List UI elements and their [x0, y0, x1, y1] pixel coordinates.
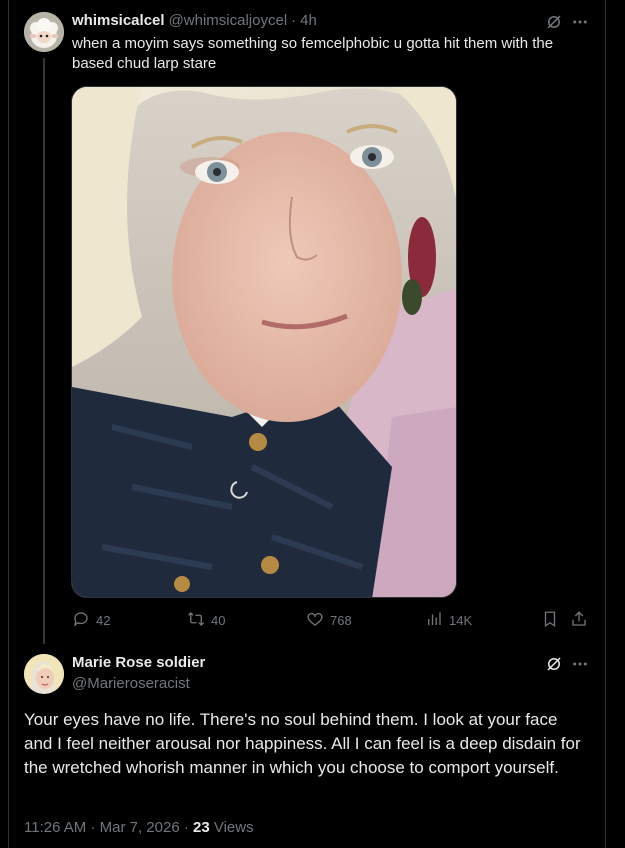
reply-date[interactable]: Mar 7, 2026 — [100, 819, 180, 836]
like-count: 768 — [330, 613, 352, 628]
like-button[interactable]: 768 — [306, 610, 352, 631]
reply-text: Your eyes have no life. There's no soul … — [24, 710, 581, 777]
reply-display-name[interactable]: Marie Rose soldier — [72, 654, 205, 671]
share-icon — [570, 610, 588, 631]
thread-connector-line — [43, 58, 45, 644]
views-icon — [425, 610, 443, 631]
grok-icon[interactable] — [544, 654, 564, 674]
reply-time[interactable]: 11:26 AM — [24, 819, 86, 836]
repost-icon — [187, 610, 205, 631]
bookmark-button[interactable] — [541, 610, 559, 631]
grok-icon[interactable] — [544, 12, 564, 32]
reply-avatar-image — [24, 654, 64, 694]
more-icon[interactable] — [570, 654, 590, 674]
reply-user-handle[interactable]: @Marieroseracist — [72, 675, 190, 692]
reply-meta: 11:26 AM · Mar 7, 2026 · 23 Views — [24, 819, 254, 836]
separator-dot: · — [90, 819, 96, 836]
display-name[interactable]: whimsicalcel — [72, 12, 165, 29]
views-count: 14K — [449, 613, 473, 628]
repost-count: 40 — [211, 613, 226, 628]
sheep-avatar-image — [24, 12, 64, 52]
tweet-photo[interactable] — [71, 86, 457, 598]
user-handle[interactable]: @whimsicaljoycel — [169, 12, 288, 29]
post-time[interactable]: 4h — [300, 12, 317, 29]
separator-dot: · — [291, 12, 297, 29]
reply-avatar[interactable] — [24, 654, 64, 694]
reply-views-count: 23 — [193, 819, 210, 836]
reply-views-label: Views — [213, 819, 254, 836]
avatar[interactable] — [24, 12, 64, 52]
like-icon — [306, 610, 324, 631]
reply-count: 42 — [96, 613, 111, 628]
share-button[interactable] — [570, 610, 588, 631]
reply-button[interactable]: 42 — [72, 610, 110, 631]
reply-icon — [72, 610, 90, 631]
views-button[interactable]: 14K — [425, 610, 472, 631]
tweet-text: when a moyim says something so femcelpho… — [72, 35, 554, 72]
repost-button[interactable]: 40 — [187, 610, 225, 631]
selfie-photo-image — [72, 87, 456, 597]
bookmark-icon — [541, 610, 559, 631]
separator-dot: · — [183, 819, 189, 836]
more-icon[interactable] — [570, 12, 590, 32]
